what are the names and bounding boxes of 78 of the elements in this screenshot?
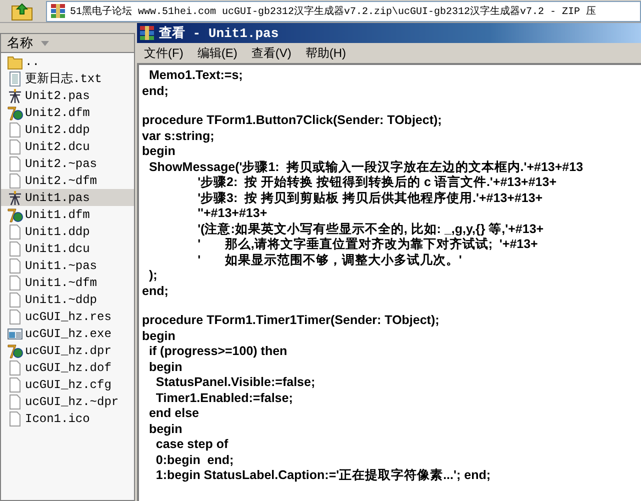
file-list-item[interactable]: .. — [1, 53, 134, 70]
file-list-item[interactable]: Icon1.ico — [1, 410, 134, 427]
code-line: end; — [142, 284, 168, 299]
file-list-item[interactable]: Unit1.~pas — [1, 257, 134, 274]
code-line: 0:begin end; — [154, 452, 234, 468]
file-icon — [7, 122, 23, 138]
column-header[interactable]: 名称 — [1, 34, 134, 53]
file-list-item[interactable]: ucGUI_hz.dpr — [1, 342, 134, 359]
code-line: Timer1.Enabled:=false; — [154, 390, 293, 406]
file-list-item[interactable]: Unit2.~pas — [1, 155, 134, 172]
code-line: begin — [142, 328, 176, 344]
code-line: StatusPanel.Visible:=false; — [154, 375, 316, 390]
code-line: '步骤3: 按 拷贝到剪贴板 拷贝后供其他程序使用.'+#13+#13+ — [196, 190, 543, 206]
code-line: '步骤2: 按 开始转换 按钮得到转换后的 c 语言文件.'+#13+#13+ — [196, 175, 556, 190]
file-icon — [7, 308, 23, 324]
file-list-item[interactable]: Unit2.dfm — [1, 104, 134, 121]
file-list-item[interactable]: Unit2.ddp — [1, 121, 134, 138]
code-line: begin — [148, 422, 182, 437]
code-line: ''+#13+#13+ — [196, 206, 268, 222]
folder-up-icon — [11, 1, 33, 21]
file-list-item[interactable]: Unit1.dfm — [1, 206, 134, 223]
file-list-item[interactable]: ucGUI_hz.~dpr — [1, 393, 134, 410]
code-line: end; — [142, 84, 168, 99]
file-list-item[interactable]: ucGUI_hz.cfg — [1, 376, 134, 393]
code-line: ShowMessage('步骤1: 拷贝或输入一段汉字放在左边的文本框内.'+#13+#13 — [148, 160, 584, 175]
code-line: Memo1.Text:=s; — [148, 68, 243, 84]
file-icon — [7, 410, 23, 426]
code-line: if (progress>=100) then — [148, 344, 288, 360]
menu-item[interactable]: 编辑(E) — [190, 44, 244, 62]
code-line: begin — [148, 360, 182, 375]
file-list-item[interactable]: Unit1.~dfm — [1, 274, 134, 291]
file-icon — [7, 360, 23, 376]
code-line: begin — [142, 144, 176, 160]
code-line: '(注意:如果英文小写有些显示不全的, 比如: _,g,y,{} 等,'+#13+ — [196, 222, 544, 237]
file-icon — [7, 240, 23, 256]
file-list-item[interactable]: Unit2.dcu — [1, 138, 134, 155]
code-line: case step of — [154, 437, 228, 452]
sort-arrow-icon — [41, 40, 49, 46]
file-list-item[interactable]: Unit1.pas — [1, 189, 134, 206]
menu-item[interactable]: 查看(V) — [244, 44, 298, 62]
code-line: ' 那么,请将文字垂直位置对齐改为靠下对齐试试; '+#13+ — [196, 237, 538, 252]
window-title: 查看 - Unit1.pas — [159, 25, 279, 42]
file-list-item[interactable]: Unit2.~dfm — [1, 172, 134, 189]
code-line: 1:begin StatusLabel.Caption:='正在提取字符像素...'; end; — [154, 468, 491, 484]
code-line: ); — [148, 268, 158, 284]
file-icon — [7, 274, 23, 290]
code-line: procedure TForm1.Timer1Timer(Sender: TObject); — [142, 313, 440, 328]
archive-icon — [139, 25, 155, 41]
code-line: procedure TForm1.Button7Click(Sender: TObject); — [142, 113, 442, 128]
text-file-icon — [7, 70, 23, 86]
tower-icon — [7, 190, 23, 206]
window-icon — [7, 326, 23, 342]
archive-icon — [50, 3, 66, 19]
seven-globe-icon — [7, 206, 23, 222]
seven-globe-icon — [7, 104, 23, 120]
file-list-item[interactable]: Unit1.dcu — [1, 240, 134, 257]
file-list-item[interactable]: ucGUI_hz.dof — [1, 359, 134, 376]
file-list-item[interactable]: ucGUI_hz.res — [1, 308, 134, 325]
file-icon — [7, 224, 23, 240]
file-icon — [7, 292, 23, 308]
file-icon — [7, 376, 23, 392]
file-icon — [7, 394, 23, 410]
file-icon — [7, 258, 23, 274]
code-line: end else — [148, 406, 199, 422]
file-list-item[interactable]: 更新日志.txt — [1, 70, 134, 87]
file-list-item[interactable]: Unit2.pas — [1, 87, 134, 104]
code-line: ' 如果显示范围不够，调整大小多试几次。' — [196, 252, 462, 268]
file-icon — [7, 156, 23, 172]
menu-item[interactable]: 文件(F) — [137, 44, 190, 62]
file-icon — [7, 138, 23, 154]
file-list-item[interactable]: ucGUI_hz.exe — [1, 325, 134, 342]
code-line: var s:string; — [142, 128, 214, 144]
file-list-item[interactable]: Unit1.ddp — [1, 223, 134, 240]
tower-icon — [7, 88, 23, 104]
address-field[interactable]: 51黑电子论坛 www.51hei.com ucGUI-gb2312汉字生成器v7.2.zip\ucGUI-gb2312汉字生成器v7.2 - ZIP 压 — [46, 0, 641, 22]
menu-item[interactable]: 帮助(H) — [298, 44, 353, 62]
file-list-item[interactable]: Unit1.~ddp — [1, 291, 134, 308]
seven-globe-icon — [7, 342, 23, 358]
